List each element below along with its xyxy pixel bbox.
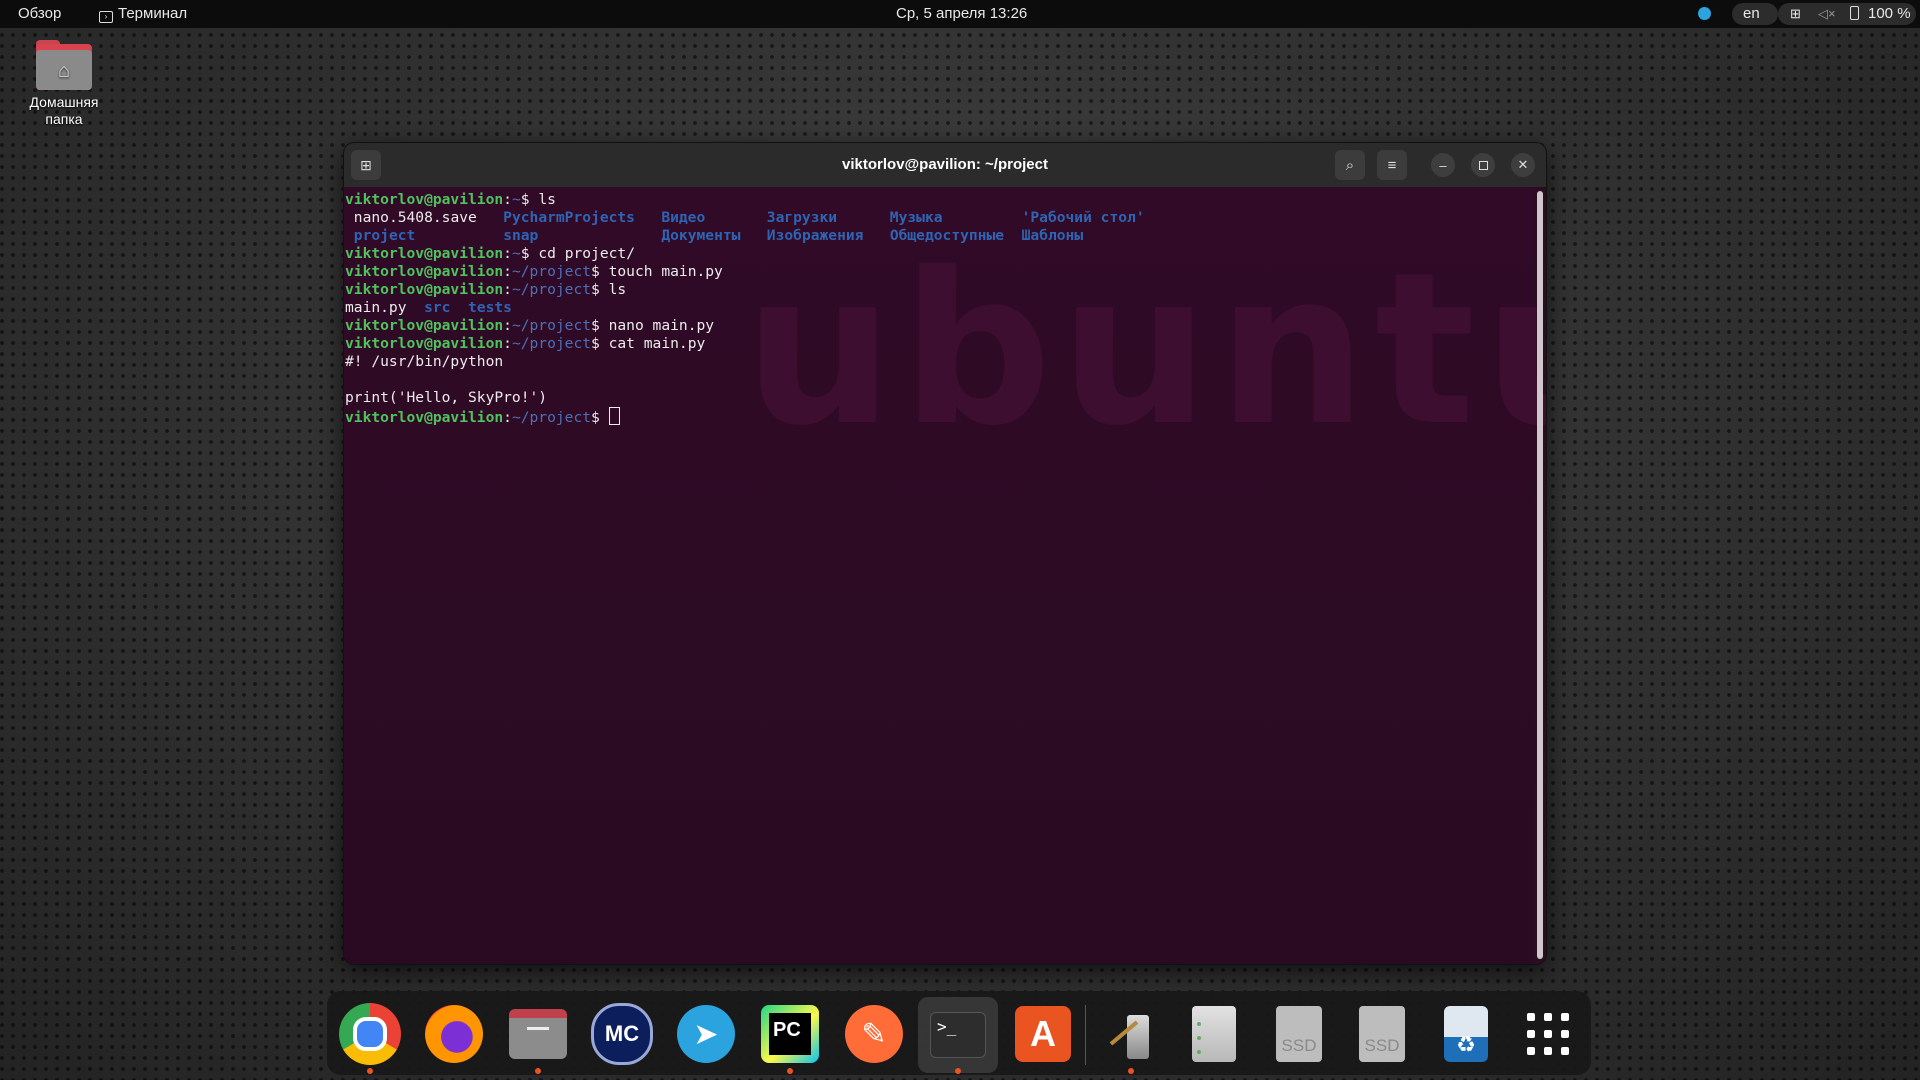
terminal-output[interactable]: viktorlov@pavilion:~$ ls nano.5408.save … bbox=[345, 191, 1145, 427]
terminal-line: viktorlov@pavilion:~/project$ bbox=[345, 407, 620, 426]
dock-pycharm[interactable]: PC bbox=[759, 1003, 821, 1065]
running-indicator bbox=[787, 1068, 793, 1074]
terminal-line: nano.5408.save PycharmProjects Видео Заг… bbox=[353, 209, 1145, 226]
home-folder-icon: ⌂ bbox=[36, 38, 92, 90]
search-button[interactable]: ⌕ bbox=[1335, 150, 1365, 180]
terminal-window: ⊞ viktorlov@pavilion: ~/project ⌕ ≡ – ✕ … bbox=[344, 143, 1546, 964]
battery-icon bbox=[1850, 0, 1859, 28]
ssd-drive-icon: SSD bbox=[1359, 1006, 1405, 1062]
dock-show-apps[interactable] bbox=[1517, 1003, 1579, 1065]
pycharm-icon: PC bbox=[761, 1005, 819, 1063]
chrome-icon bbox=[339, 1003, 401, 1065]
dock-disk-usage[interactable] bbox=[1183, 1003, 1245, 1065]
app-menu-label: Терминал bbox=[118, 5, 188, 22]
clock[interactable]: Ср, 5 апреля 13:26 bbox=[896, 0, 1027, 28]
running-indicator bbox=[535, 1068, 541, 1074]
terminal-area[interactable]: ubuntu viktorlov@pavilion:~$ ls nano.540… bbox=[344, 187, 1546, 964]
home-folder-label-line2: папка bbox=[45, 111, 83, 127]
terminal-line: print('Hello, SkyPro!') bbox=[345, 389, 548, 406]
menu-button[interactable]: ≡ bbox=[1377, 150, 1407, 180]
trash-icon: ♻ bbox=[1444, 1006, 1488, 1062]
terminal-line: viktorlov@pavilion:~$ cd project/ bbox=[345, 245, 635, 262]
files-icon bbox=[509, 1009, 567, 1059]
terminal-line: viktorlov@pavilion:~/project$ ls bbox=[345, 281, 627, 298]
battery-percent: 100 % bbox=[1868, 5, 1911, 22]
postman-icon: ✎ bbox=[845, 1005, 903, 1063]
terminal-icon: >_ bbox=[930, 1012, 986, 1058]
app-menu[interactable]: › Терминал bbox=[99, 0, 187, 28]
dock-firefox[interactable] bbox=[423, 1003, 485, 1065]
dock-midnight-commander[interactable]: MC bbox=[591, 1003, 653, 1065]
terminal-line: #! /usr/bin/python bbox=[345, 353, 504, 370]
home-folder-desktop-icon[interactable]: ⌂ Домашняя папка bbox=[12, 38, 116, 128]
keyboard-layout[interactable]: en bbox=[1743, 0, 1760, 28]
text-editor-icon bbox=[1103, 1005, 1161, 1063]
disk-usage-icon bbox=[1192, 1006, 1236, 1062]
window-titlebar[interactable]: ⊞ viktorlov@pavilion: ~/project ⌕ ≡ – ✕ bbox=[344, 143, 1546, 187]
house-icon: ⌂ bbox=[57, 60, 71, 82]
close-icon: ✕ bbox=[1517, 157, 1529, 172]
volume-muted-icon: ◁× bbox=[1818, 6, 1836, 21]
app-center-icon: A bbox=[1015, 1006, 1071, 1062]
minimize-button[interactable]: – bbox=[1431, 153, 1455, 177]
terminal-line: viktorlov@pavilion:~/project$ cat main.p… bbox=[345, 335, 706, 352]
network-icon: ⊞ bbox=[1790, 6, 1801, 21]
dock-text-editor[interactable] bbox=[1101, 1003, 1163, 1065]
running-indicator bbox=[955, 1068, 961, 1074]
minimize-icon: – bbox=[1439, 157, 1447, 173]
terminal-line: main.py src tests bbox=[345, 299, 512, 316]
top-bar: Обзор › Терминал Ср, 5 апреля 13:26 en ⊞ … bbox=[0, 0, 1920, 28]
firefox-icon bbox=[425, 1005, 483, 1063]
dock-postman[interactable]: ✎ bbox=[843, 1003, 905, 1065]
text-cursor bbox=[608, 407, 620, 425]
dock-chrome[interactable] bbox=[339, 1003, 401, 1065]
show-apps-grid-icon bbox=[1526, 1012, 1570, 1056]
search-icon: ⌕ bbox=[1345, 156, 1355, 174]
telegram-icon: ➤ bbox=[677, 1005, 735, 1063]
dock-files[interactable] bbox=[507, 1003, 569, 1065]
terminal-line: viktorlov@pavilion:~/project$ nano main.… bbox=[345, 317, 715, 334]
dock-telegram[interactable]: ➤ bbox=[675, 1003, 737, 1065]
window-title: viktorlov@pavilion: ~/project bbox=[842, 156, 1048, 173]
maximize-icon bbox=[1478, 160, 1488, 170]
terminal-line: viktorlov@pavilion:~$ ls bbox=[345, 191, 556, 208]
running-indicator bbox=[1128, 1068, 1134, 1074]
close-button[interactable]: ✕ bbox=[1511, 153, 1535, 177]
dock-ssd-1[interactable]: SSD bbox=[1268, 1003, 1330, 1065]
running-indicator bbox=[367, 1068, 373, 1074]
terminal-scrollbar[interactable] bbox=[1537, 191, 1543, 959]
maximize-button[interactable] bbox=[1471, 153, 1495, 177]
dock-ssd-2[interactable]: SSD bbox=[1351, 1003, 1413, 1065]
activities-button[interactable]: Обзор bbox=[18, 0, 61, 28]
ssd-drive-icon: SSD bbox=[1276, 1006, 1322, 1062]
midnight-commander-icon: MC bbox=[591, 1003, 653, 1065]
hamburger-icon: ≡ bbox=[1387, 156, 1397, 174]
terminal-line: project snap Документы Изображения Общед… bbox=[353, 227, 1084, 244]
dock-trash[interactable]: ♻ bbox=[1435, 1003, 1497, 1065]
terminal-line: viktorlov@pavilion:~/project$ touch main… bbox=[345, 263, 723, 280]
telegram-tray-icon[interactable] bbox=[1698, 0, 1711, 28]
dock-app-center[interactable]: A bbox=[1012, 1003, 1074, 1065]
home-folder-label-line1: Домашняя bbox=[29, 94, 99, 110]
dock-separator bbox=[1085, 1005, 1086, 1065]
terminal-app-icon: › bbox=[99, 11, 113, 23]
dock-terminal[interactable]: >_ bbox=[918, 997, 998, 1073]
